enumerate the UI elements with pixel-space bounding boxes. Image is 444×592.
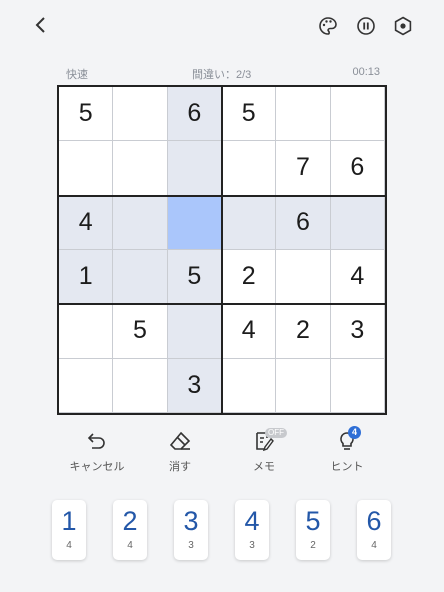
memo-icon: OFF bbox=[253, 428, 287, 454]
pause-icon[interactable] bbox=[352, 12, 380, 40]
undo-icon bbox=[86, 428, 108, 454]
memo-state-badge: OFF bbox=[265, 428, 287, 438]
sudoku-cell-r4c4[interactable]: 2 bbox=[222, 250, 277, 305]
difficulty-label: 快速 bbox=[66, 69, 88, 81]
hint-button[interactable]: 4 ヒント bbox=[312, 426, 382, 474]
sudoku-cell-r2c6[interactable]: 6 bbox=[330, 141, 385, 196]
number-key-4[interactable]: 43 bbox=[235, 500, 269, 560]
palette-icon[interactable] bbox=[314, 12, 342, 40]
sudoku-cell-r3c3[interactable] bbox=[167, 195, 222, 250]
sudoku-cell-r1c1[interactable]: 5 bbox=[59, 87, 114, 142]
erase-label: 消す bbox=[169, 461, 191, 473]
undo-button[interactable]: キャンセル bbox=[62, 428, 132, 474]
number-key-remaining: 3 bbox=[188, 540, 194, 551]
sudoku-cell-r4c3[interactable]: 5 bbox=[167, 250, 222, 305]
sudoku-cell-r1c4[interactable]: 5 bbox=[222, 87, 277, 142]
sudoku-cell-r6c2[interactable] bbox=[113, 358, 168, 413]
number-key-3[interactable]: 33 bbox=[174, 500, 208, 560]
number-key-digit: 2 bbox=[122, 506, 138, 536]
sudoku-cell-r3c6[interactable] bbox=[330, 195, 385, 250]
sudoku-cell-r2c3[interactable] bbox=[167, 141, 222, 196]
sudoku-cell-r5c2[interactable]: 5 bbox=[113, 304, 168, 359]
number-key-1[interactable]: 14 bbox=[52, 500, 86, 560]
sudoku-cell-r4c2[interactable] bbox=[113, 250, 168, 305]
mistakes-counter: 間違い：2/3 bbox=[192, 69, 252, 81]
number-key-6[interactable]: 64 bbox=[357, 500, 391, 560]
undo-label: キャンセル bbox=[69, 461, 125, 473]
sudoku-cell-r2c1[interactable] bbox=[59, 141, 114, 196]
number-key-remaining: 4 bbox=[66, 540, 72, 551]
number-key-2[interactable]: 24 bbox=[113, 500, 147, 560]
sudoku-cell-r3c4[interactable] bbox=[222, 195, 277, 250]
number-key-digit: 1 bbox=[61, 506, 77, 536]
sudoku-cell-r4c5[interactable] bbox=[276, 250, 331, 305]
number-pad: 142433435264 bbox=[0, 500, 444, 562]
sudoku-cell-r1c3[interactable]: 6 bbox=[167, 87, 222, 142]
sudoku-cell-r5c4[interactable]: 4 bbox=[222, 304, 277, 359]
sudoku-cell-r1c6[interactable] bbox=[330, 87, 385, 142]
sudoku-cell-r3c5[interactable]: 6 bbox=[276, 195, 331, 250]
memo-button[interactable]: OFF メモ bbox=[229, 428, 299, 474]
number-key-digit: 3 bbox=[183, 506, 199, 536]
chevron-left-icon[interactable] bbox=[27, 11, 55, 39]
hint-count-badge: 4 bbox=[348, 426, 361, 439]
lightbulb-icon: 4 bbox=[336, 426, 361, 454]
sudoku-cell-r6c6[interactable] bbox=[330, 358, 385, 413]
sudoku-board: 5657646152454233 bbox=[57, 85, 387, 415]
sudoku-cell-r2c2[interactable] bbox=[113, 141, 168, 196]
sudoku-cell-r5c1[interactable] bbox=[59, 304, 114, 359]
sudoku-cell-r2c4[interactable] bbox=[222, 141, 277, 196]
eraser-icon bbox=[168, 428, 192, 454]
sudoku-cell-r6c3[interactable]: 3 bbox=[167, 358, 222, 413]
memo-label: メモ bbox=[253, 461, 275, 473]
number-key-digit: 4 bbox=[244, 506, 260, 536]
sudoku-cell-r6c1[interactable] bbox=[59, 358, 114, 413]
game-status: 快速 間違い：2/3 00:13 bbox=[58, 64, 388, 81]
number-key-digit: 6 bbox=[366, 506, 382, 536]
sudoku-cell-r4c1[interactable]: 1 bbox=[59, 250, 114, 305]
top-bar bbox=[0, 0, 444, 52]
number-key-digit: 5 bbox=[305, 506, 321, 536]
sudoku-cell-r3c2[interactable] bbox=[113, 195, 168, 250]
sudoku-cell-r4c6[interactable]: 4 bbox=[330, 250, 385, 305]
number-key-5[interactable]: 52 bbox=[296, 500, 330, 560]
number-key-remaining: 3 bbox=[249, 540, 255, 551]
timer: 00:13 bbox=[352, 66, 380, 78]
number-key-remaining: 2 bbox=[310, 540, 316, 551]
box-divider-horizontal bbox=[59, 303, 385, 306]
sudoku-cell-r5c5[interactable]: 2 bbox=[276, 304, 331, 359]
number-key-remaining: 4 bbox=[127, 540, 133, 551]
sudoku-cell-r5c3[interactable] bbox=[167, 304, 222, 359]
sudoku-cell-r5c6[interactable]: 3 bbox=[330, 304, 385, 359]
sudoku-cell-r1c2[interactable] bbox=[113, 87, 168, 142]
sudoku-cell-r6c5[interactable] bbox=[276, 358, 331, 413]
gear-icon[interactable] bbox=[389, 12, 417, 40]
sudoku-cell-r2c5[interactable]: 7 bbox=[276, 141, 331, 196]
sudoku-cell-r1c5[interactable] bbox=[276, 87, 331, 142]
toolbar: キャンセル 消す OFF メモ 4 ヒント bbox=[0, 426, 444, 478]
sudoku-cell-r3c1[interactable]: 4 bbox=[59, 195, 114, 250]
box-divider-horizontal bbox=[59, 194, 385, 197]
hint-label: ヒント bbox=[330, 461, 364, 473]
box-divider-vertical bbox=[221, 87, 223, 413]
number-key-remaining: 4 bbox=[371, 540, 377, 551]
sudoku-cell-r6c4[interactable] bbox=[222, 358, 277, 413]
erase-button[interactable]: 消す bbox=[145, 428, 215, 474]
